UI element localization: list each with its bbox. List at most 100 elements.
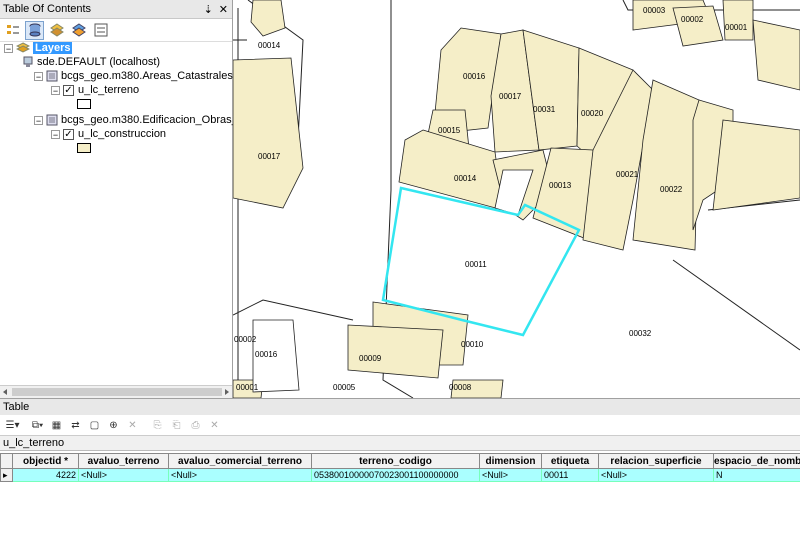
- table-options-icon[interactable]: ☰▾: [4, 417, 21, 434]
- table-cell[interactable]: 4222: [13, 469, 79, 482]
- map-label: 00016: [255, 350, 278, 359]
- tree-row-layers[interactable]: − Layers: [4, 41, 72, 55]
- table-cell[interactable]: 05380010000070023001100000000: [312, 469, 480, 482]
- map-label: 00016: [463, 72, 486, 81]
- toc-horizontal-scrollbar[interactable]: [0, 385, 232, 398]
- tree-row-database[interactable]: sde.DEFAULT (localhost): [22, 55, 160, 69]
- copy-icon[interactable]: ⎘: [149, 417, 166, 434]
- map-label: 00017: [499, 92, 522, 101]
- map-canvas[interactable]: 00003 00002 00001 00014 00016 00017 0003…: [233, 0, 800, 398]
- toc-title: Table Of Contents: [3, 3, 91, 15]
- column-header[interactable]: dimension: [480, 454, 542, 469]
- related-tables-icon[interactable]: ⧉▾: [29, 417, 46, 434]
- column-header[interactable]: avaluo_comercial_terreno: [169, 454, 312, 469]
- tree-row-layer-terreno[interactable]: − ✓ u_lc_terreno: [51, 83, 139, 97]
- map-label: 00014: [454, 174, 477, 183]
- map-label: 00003: [643, 6, 666, 15]
- tree-row-group-areas[interactable]: − bcgs_geo.m380.Areas_Catastrales: [34, 69, 233, 83]
- close-icon[interactable]: ✕: [219, 3, 228, 16]
- layers-icon: [16, 42, 30, 54]
- map-label: 00008: [449, 383, 472, 392]
- table-cell[interactable]: N: [714, 469, 800, 482]
- layer-tree: − Layers sde.DEFAULT (localhost) − bcgs_…: [0, 41, 232, 386]
- switch-selection-icon[interactable]: ⇄: [67, 417, 84, 434]
- cut-icon[interactable]: ⎙: [187, 417, 204, 434]
- column-header[interactable]: relacion_superficie: [599, 454, 714, 469]
- delete-icon[interactable]: ✕: [206, 417, 223, 434]
- map-label: 00022: [660, 185, 683, 194]
- table-row[interactable]: ▸ 4222 <Null> <Null> 0538001000007002300…: [1, 469, 800, 482]
- map-label: 00020: [581, 109, 604, 118]
- database-label[interactable]: sde.DEFAULT (localhost): [37, 56, 160, 68]
- pin-icon[interactable]: ⇣: [204, 3, 213, 16]
- table-cell[interactable]: <Null>: [79, 469, 169, 482]
- toc-title-bar: Table Of Contents ⇣ ✕: [0, 0, 232, 19]
- tree-row-layer-construccion[interactable]: − ✓ u_lc_construccion: [51, 127, 166, 141]
- map-label: 00011: [465, 260, 487, 269]
- tree-row-group-edificacion[interactable]: − bcgs_geo.m380.Edificacion_Obras_Civil: [34, 113, 259, 127]
- map-label: 00014: [258, 41, 281, 50]
- table-cell[interactable]: <Null>: [480, 469, 542, 482]
- list-by-drawing-order-icon[interactable]: [3, 21, 22, 40]
- map-label: 00005: [333, 383, 356, 392]
- clear-selection-icon[interactable]: ▢: [86, 417, 103, 434]
- map-label: 00001: [725, 23, 748, 32]
- table-title: Table: [3, 401, 29, 413]
- column-header[interactable]: avaluo_terreno: [79, 454, 169, 469]
- group-edificacion-label[interactable]: bcgs_geo.m380.Edificacion_Obras_Civil: [61, 114, 259, 126]
- list-by-visibility-icon[interactable]: [47, 21, 66, 40]
- map-label: 00009: [359, 354, 382, 363]
- list-by-source-icon[interactable]: [25, 21, 44, 40]
- map-label: 00001: [236, 383, 259, 392]
- paste-icon[interactable]: ⎗: [168, 417, 185, 434]
- collapse-icon[interactable]: −: [51, 130, 60, 139]
- table-cell[interactable]: <Null>: [169, 469, 312, 482]
- attribute-table-panel: Table ☰▾ ⧉▾ ▦ ⇄ ▢ ⊕ ✕ ⎘ ⎗ ⎙ ✕ u_lc_terre…: [0, 398, 800, 538]
- map-label: 00002: [681, 15, 704, 24]
- feature-dataset-icon: [46, 70, 58, 82]
- layer-terreno-label[interactable]: u_lc_terreno: [78, 84, 139, 96]
- map-label: 00002: [234, 335, 257, 344]
- column-header[interactable]: objectid *: [13, 454, 79, 469]
- row-selector[interactable]: ▸: [1, 469, 13, 482]
- table-layer-name: u_lc_terreno: [0, 436, 800, 451]
- select-by-attributes-icon[interactable]: ▦: [48, 417, 65, 434]
- table-title-bar: Table: [0, 399, 800, 415]
- collapse-icon[interactable]: −: [4, 44, 13, 53]
- layers-label[interactable]: Layers: [33, 42, 72, 54]
- layer-visibility-checkbox[interactable]: ✓: [63, 85, 74, 96]
- table-of-contents-panel: Table Of Contents ⇣ ✕ − Layers sde: [0, 0, 233, 398]
- feature-dataset-icon: [46, 114, 58, 126]
- layer-visibility-checkbox[interactable]: ✓: [63, 129, 74, 140]
- layer-construccion-label[interactable]: u_lc_construccion: [78, 128, 166, 140]
- map-label: 00017: [258, 152, 281, 161]
- row-selector-header: [1, 454, 13, 469]
- delete-selected-icon[interactable]: ✕: [124, 417, 141, 434]
- collapse-icon[interactable]: −: [34, 116, 43, 125]
- map-label: 00031: [533, 105, 556, 114]
- column-header[interactable]: terreno_codigo: [312, 454, 480, 469]
- map-label: 00032: [629, 329, 652, 338]
- table-cell[interactable]: 00011: [542, 469, 599, 482]
- attribute-grid[interactable]: objectid * avaluo_terreno avaluo_comerci…: [0, 453, 800, 482]
- collapse-icon[interactable]: −: [34, 72, 43, 81]
- list-by-selection-icon[interactable]: [69, 21, 88, 40]
- map-view[interactable]: 00003 00002 00001 00014 00016 00017 0003…: [233, 0, 800, 398]
- map-label: 00010: [461, 340, 484, 349]
- construccion-symbol-swatch[interactable]: [77, 143, 91, 153]
- table-cell[interactable]: <Null>: [599, 469, 714, 482]
- collapse-icon[interactable]: −: [51, 86, 60, 95]
- grid-header-row: objectid * avaluo_terreno avaluo_comerci…: [1, 454, 800, 469]
- column-header[interactable]: etiqueta: [542, 454, 599, 469]
- options-icon[interactable]: [91, 21, 110, 40]
- table-toolbar: ☰▾ ⧉▾ ▦ ⇄ ▢ ⊕ ✕ ⎘ ⎗ ⎙ ✕: [0, 415, 800, 436]
- group-areas-label[interactable]: bcgs_geo.m380.Areas_Catastrales: [61, 70, 233, 82]
- database-connection-icon: [22, 56, 34, 68]
- toc-toolbar: [0, 19, 232, 42]
- column-header[interactable]: espacio_de_nombre: [714, 454, 800, 469]
- zoom-to-selected-icon[interactable]: ⊕: [105, 417, 122, 434]
- map-label: 00021: [616, 170, 639, 179]
- map-label: 00013: [549, 181, 572, 190]
- terreno-symbol-swatch[interactable]: [77, 99, 91, 109]
- table-layer-label: u_lc_terreno: [3, 437, 64, 449]
